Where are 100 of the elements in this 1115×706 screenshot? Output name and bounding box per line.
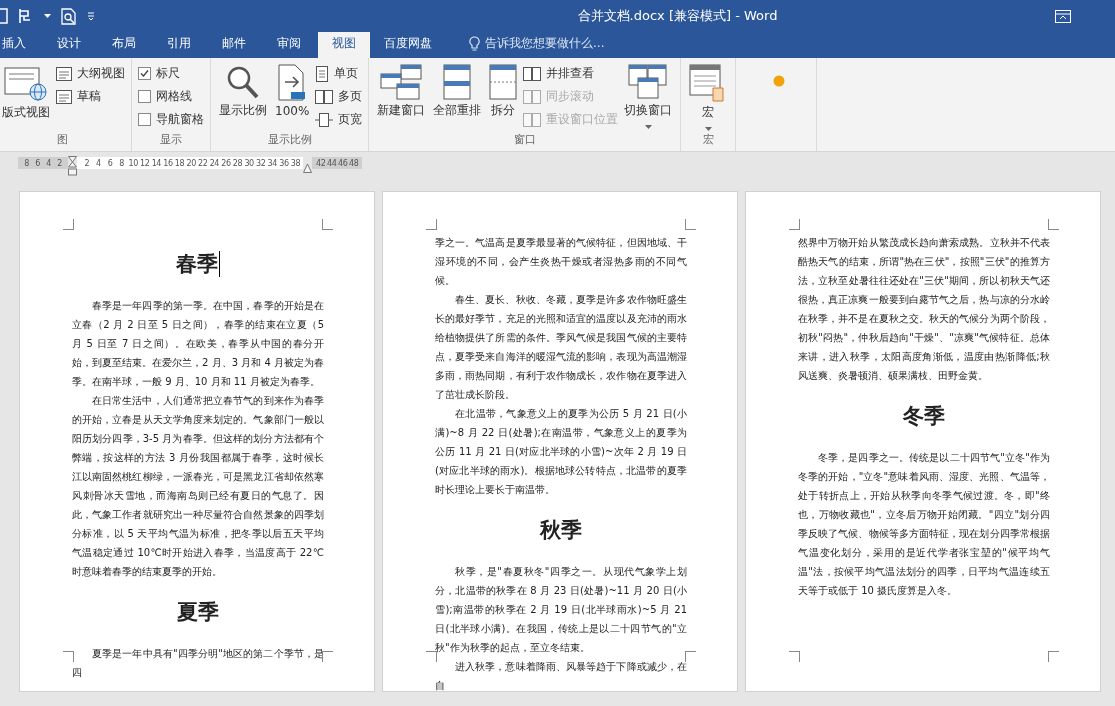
crop-mark	[1048, 219, 1059, 230]
ruler-number: 38	[289, 158, 302, 168]
ruler-number: 6	[106, 158, 114, 168]
arranged-windows-icon	[443, 64, 472, 100]
ruler-number: 36	[278, 158, 290, 168]
group-label: 显示比例	[266, 132, 313, 148]
paragraph: 季之一。气温高是夏季最显著的气候特征，但因地域、干湿环境的不同，会产生炎热干燥或者湿热多雨的不同气候。	[435, 236, 687, 288]
paragraph: 在日常生活中，人们通常把立春节气的到来作为春季的开始，立春是从天文学角度来划定的。气象部门一般以阳历划分四季，3-5 月为春季。但这样的划分方法都有个弊端，按这样的方法 3 月份我国都属于春季，这时候长江以南固然桃红柳绿，一派春光，可是黑龙江省却依然寒风刺骨冰天雪地，而海南岛则已经有夏日的气息了。因此，气象工作者就研究出一种尽量符合自然景象的四季划分标准，以 5 天平均气温为标准，把冬季以后五天平均气温稳定通过 10℃时开始进入春季，当温度高于 22℃时意味着春季的结束夏季的开始。	[72, 394, 324, 579]
tell-me-search[interactable]: 告诉我您想要做什么...	[461, 35, 605, 58]
ruler-number: 4	[95, 158, 102, 168]
ribbon-button[interactable]: 并排查看	[523, 64, 619, 83]
window-title: 合并文档.docx [兼容模式] - Word	[576, 7, 779, 25]
ruler-number: 14	[150, 158, 163, 168]
ribbon-button[interactable]: 拆分	[487, 62, 520, 131]
dropdown-icon	[44, 13, 51, 19]
ruler-number: 48	[348, 158, 360, 168]
ruler-number: 12	[139, 158, 151, 168]
ribbon-button[interactable]: 新建窗口	[375, 62, 428, 131]
ruler-number: 30	[243, 158, 255, 168]
crop-mark	[426, 219, 437, 230]
ruler-number: 16	[162, 158, 174, 168]
ruler-number: 10	[127, 158, 139, 168]
checkbox-option[interactable]: 导航窗格	[138, 110, 204, 129]
paragraph: 冬季，是四季之一。传统是以二十四节气"立冬"作为冬季的开始，"立冬"意味着风雨、湿度、光照、气温等，处于转折点上，开始从秋季向冬季气候过渡。冬，即"终也，万物收藏也"，立冬后万物开始闭藏。"四立"划分四季反映了气候、物候等多方面特征，现在划分四季常根据气温变化划分，采用的是近代学者张宝堃的"候平均气温"法，按候平均气温法划分的四季，日平均气温连续五天等于或低于 10 摄氏度算是入冬。	[798, 451, 1050, 598]
ruler-number: 18	[173, 158, 186, 168]
print-preview-icon	[61, 7, 77, 25]
crop-mark	[322, 219, 333, 230]
ribbon-tab[interactable]: 插入	[0, 31, 41, 58]
add-in-icon	[772, 74, 787, 88]
ribbon-tab[interactable]: 邮件	[220, 31, 261, 58]
group-label: 图	[56, 132, 69, 148]
crop-mark	[685, 651, 696, 662]
save-icon	[0, 8, 8, 24]
ribbon-button[interactable]: 版式视图	[0, 62, 52, 131]
stacked-windows-icon	[379, 64, 424, 100]
ruler-number: 8	[23, 158, 30, 168]
ruler-number: 2	[83, 158, 91, 168]
lightbulb-icon	[469, 35, 480, 52]
heading: 春季	[176, 250, 218, 278]
ribbon-tab[interactable]: 设计	[55, 31, 96, 58]
crop-mark	[322, 651, 333, 662]
ribbon-tab[interactable]: 视图	[318, 31, 370, 58]
right-indent-marker-icon	[303, 163, 313, 173]
checkbox-option[interactable]: 网格线	[138, 87, 204, 106]
ruler-number: 26	[220, 158, 232, 168]
ribbon-button[interactable]: 草稿	[56, 87, 125, 106]
crop-mark	[685, 219, 696, 230]
ribbon-tab[interactable]: 百度网盘	[382, 31, 447, 58]
crop-mark	[1048, 651, 1059, 662]
document-lines-icon	[56, 89, 72, 104]
magnifier-icon	[225, 64, 261, 100]
group-label: 宏	[701, 132, 715, 148]
ribbon-button[interactable]: 切换窗口	[622, 62, 675, 131]
two-pages-icon	[315, 89, 334, 104]
ruler-number: 32	[255, 158, 267, 168]
ruler-number: 2	[56, 158, 63, 168]
ribbon-button[interactable]: 大纲视图	[56, 64, 125, 83]
document-lines-icon	[56, 66, 72, 81]
ribbon-button[interactable]: 单页	[315, 64, 363, 83]
paragraph: 春生、夏长、秋收、冬藏，夏季是许多农作物旺盛生长的最好季节，充足的光照和适宜的温度以及充沛的雨水给植物提供了所需的条件。季风气候是我国气候的主要特点，夏季受来自海洋的暖湿气流的影响，表现为高温潮湿多雨，雨热同期，有利于农作物成长，农作物在夏季进入了茁壮成长阶段。	[435, 293, 687, 402]
paragraph: 然界中万物开始从繁茂成长趋向萧索成熟。立秋并不代表酷热天气的结束，所谓"热在三伏"，按照"三伏"的推算方法，立秋至处暑往往还处在"三伏"期间，所以初秋天气还很热，真正凉爽一般要到白露节气之后，热与凉的分水岭在秋季，并不是在夏秋之交。秋天的气候分为两个阶段，初秋"闷热"，仲秋后趋向"干燥"、"凉爽"气候特征。总体来讲，进入秋季，太阳高度角渐低，温度由热渐降低;秋风送爽、炎暑顿消、硕果满枝、田野金黄。	[798, 236, 1050, 383]
crop-mark	[63, 651, 74, 662]
heading: 冬季	[903, 402, 945, 430]
ribbon-display-options-icon	[1055, 9, 1071, 23]
ribbon-button[interactable]: 全部重排	[431, 62, 484, 131]
group-label: 窗口	[512, 132, 537, 148]
ribbon-tab[interactable]: 引用	[165, 31, 206, 58]
crop-mark	[426, 651, 437, 662]
ribbon-button[interactable]: 宏	[687, 62, 730, 131]
two-pages-icon	[523, 66, 542, 81]
ruler-number: 24	[208, 158, 220, 168]
ribbon-button[interactable]: 页宽	[315, 110, 363, 129]
ruler-number: 8	[118, 158, 125, 168]
paragraph: 春季是一年四季的第一季。在中国，春季的开始是在立春（2 月 2 日至 5 日之间），春季的结束在立夏（5 月 5 日至 7 日之间）。在欧美，春季从中国的春分开始，到夏至结束。在爱尔兰，2 月、3 月和 4 月被定为春季。在南半球，一般 9 月、10 月和 11 月被定为春季。	[72, 299, 324, 389]
heading: 夏季	[177, 598, 219, 626]
checkbox-option[interactable]: 标尺	[138, 64, 204, 83]
ribbon-tab[interactable]: 布局	[110, 31, 151, 58]
ribbon-button[interactable]: 显示比例	[217, 62, 269, 131]
ruler-number: 4	[45, 158, 52, 168]
ruler-number: 44	[326, 158, 338, 168]
ruler-number: 20	[185, 158, 197, 168]
customize-icon	[87, 12, 95, 20]
single-page-icon	[315, 65, 330, 82]
layout-view-icon	[4, 64, 48, 102]
two-pages-icon	[523, 112, 542, 127]
switch-windows-icon	[628, 64, 669, 100]
group-label: 显示	[159, 132, 183, 148]
ruler-number: 28	[231, 158, 244, 168]
paragraph: 秋季，是"春夏秋冬"四季之一。从现代气象学上划分，北温带的秋季在 8 月 23 日(处暑)~11 月 20 日(小雪);南温带的秋季在 2 月 19 日(北半球雨水)~5 月 21 日(北半球小满)。在我国，传统上是以二十四节气的"立秋"作为秋季的起点，至立冬结束。	[435, 565, 687, 655]
split-window-icon	[489, 64, 518, 100]
paragraph: 进入秋季，意味着降雨、风暴等趋于下降或减少，在自	[435, 660, 687, 693]
crop-mark	[789, 219, 800, 230]
two-pages-icon	[523, 89, 542, 104]
ribbon-tab[interactable]: 审阅	[275, 31, 316, 58]
page-width-icon	[315, 112, 334, 127]
crop-mark	[789, 651, 800, 662]
ribbon-button[interactable]: 100%	[273, 62, 312, 131]
ruler-number: 42	[315, 158, 327, 168]
ribbon-button[interactable]: 多页	[315, 87, 363, 106]
ruler-number: 6	[34, 158, 41, 168]
